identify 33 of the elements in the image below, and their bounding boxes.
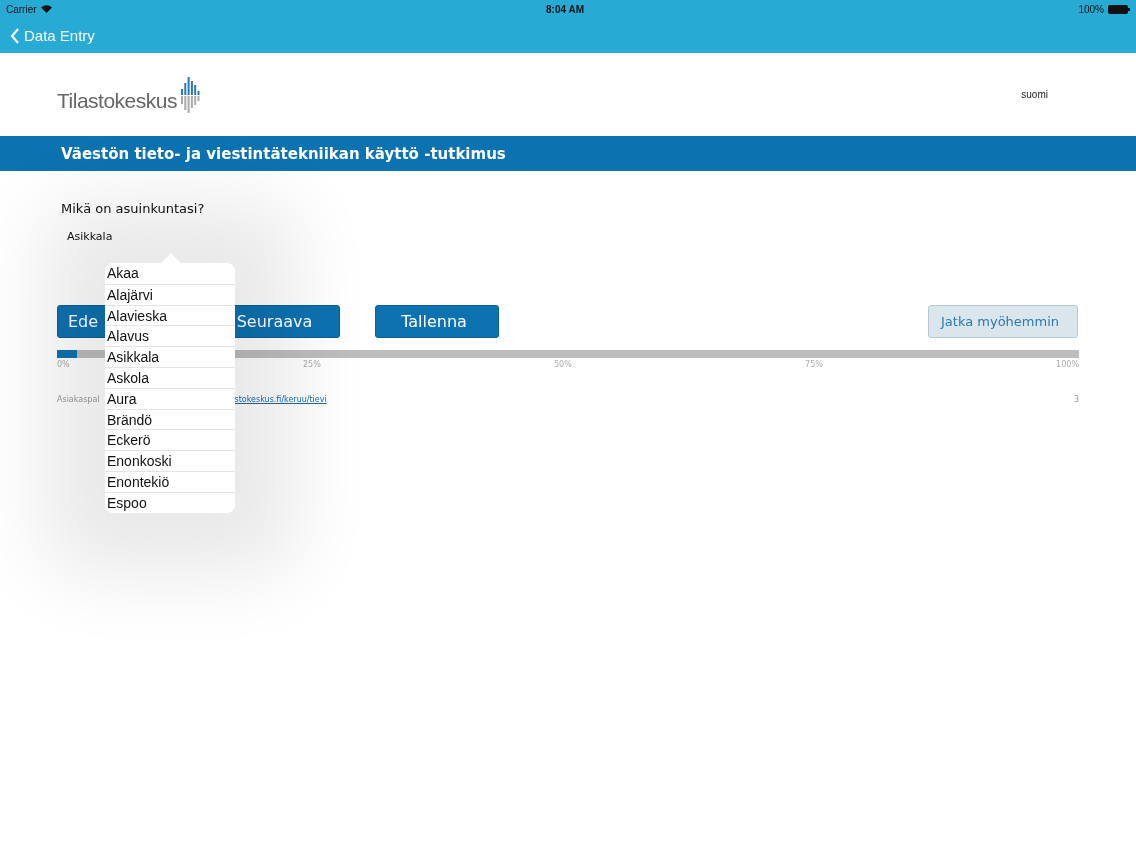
- footer-link[interactable]: stokeskus.fi/keruu/tievi: [234, 395, 327, 404]
- picker-option[interactable]: Alavus: [105, 325, 235, 347]
- wifi-icon: [40, 5, 52, 13]
- primary-button[interactable]: Tallenna: [375, 305, 499, 338]
- progress-tick-label: 75%: [805, 360, 823, 369]
- logo: Tilastokeskus: [57, 76, 201, 113]
- back-chevron-icon: [10, 27, 20, 44]
- picker-option[interactable]: Aura: [105, 387, 235, 409]
- progress-tick-label: 50%: [554, 360, 572, 369]
- battery-label: 100%: [1078, 3, 1104, 15]
- battery-icon: [1108, 4, 1130, 14]
- picker-option[interactable]: Asikkala: [105, 346, 235, 367]
- picker-option[interactable]: Alavieska: [105, 304, 235, 326]
- answer-select[interactable]: Asikkala: [57, 216, 1079, 243]
- picker-option[interactable]: Enontekiö: [105, 470, 235, 492]
- picker-option[interactable]: Akaa: [105, 263, 235, 284]
- clock: 8:04 AM: [546, 3, 584, 15]
- footer-text: Asiakaspal: [57, 395, 100, 404]
- picker-option[interactable]: Enonkoski: [105, 450, 235, 471]
- question-text: Mikä on asuinkuntasi?: [60, 201, 206, 216]
- picker-option[interactable]: Brändö: [105, 408, 235, 430]
- picker-option[interactable]: Askola: [105, 367, 235, 388]
- picker-option[interactable]: Espoo: [105, 491, 235, 513]
- progress-tick-label: 25%: [302, 360, 321, 369]
- picker-option[interactable]: Eckerö: [105, 429, 235, 451]
- secondary-button[interactable]: Jatka myöhemmin: [928, 305, 1078, 338]
- picker-option[interactable]: Alajärvi: [105, 283, 235, 305]
- progress-tick-label: 100%: [1056, 360, 1079, 369]
- carrier-label: Carrier: [6, 3, 37, 15]
- survey-title: Väestön tieto- ja viestintätekniikan käyttö -tutkimus: [61, 144, 506, 163]
- page-number: 3: [1073, 395, 1079, 404]
- language-link[interactable]: suomi: [1021, 89, 1048, 100]
- progress-tick-label: 0%: [57, 360, 70, 369]
